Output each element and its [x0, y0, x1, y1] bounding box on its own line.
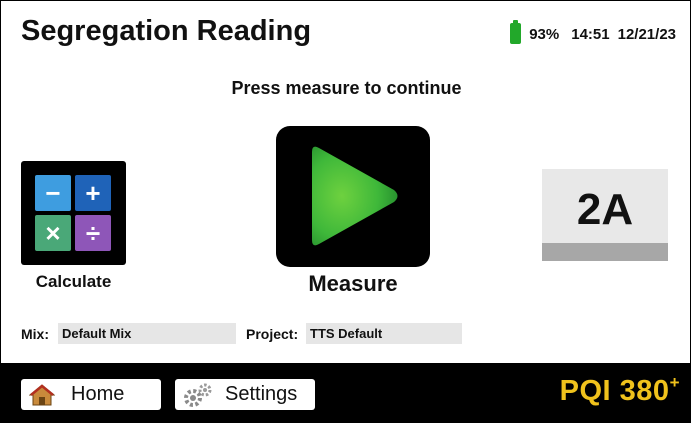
lane-bar: [542, 243, 668, 261]
screen: Segregation Reading 93% 14:51 12/21/23 P…: [0, 0, 691, 423]
lane-indicator[interactable]: 2A: [542, 169, 668, 261]
gears-icon: [184, 383, 212, 407]
instruction-prompt: Press measure to continue: [231, 78, 462, 98]
status-area: 93% 14:51 12/21/23: [510, 20, 676, 44]
project-label: Project:: [246, 326, 299, 342]
measure-button[interactable]: [276, 126, 430, 267]
mix-label: Mix:: [21, 326, 49, 342]
calculate-label: Calculate: [35, 272, 112, 291]
plus-icon: +: [75, 175, 111, 211]
calculator-icon: − + × ÷: [35, 175, 111, 251]
battery-percent: 93%: [529, 26, 560, 43]
battery-icon: [510, 20, 522, 44]
divide-icon: ÷: [75, 215, 111, 251]
bottom-bar: Home Settings PQI 380+: [1, 363, 690, 422]
page-title: Segregation Reading: [21, 15, 312, 47]
measure-label: Measure: [308, 271, 398, 296]
home-button[interactable]: Home: [21, 379, 161, 410]
multiply-icon: ×: [35, 215, 71, 251]
brand-name: PQI 380: [559, 375, 670, 407]
play-icon: [312, 146, 398, 246]
calculate-button[interactable]: − + × ÷: [21, 161, 126, 265]
home-icon: [29, 383, 55, 405]
home-label: Home: [71, 383, 125, 405]
mix-field[interactable]: Default Mix: [58, 323, 236, 344]
clock-time: 14:51: [571, 26, 610, 43]
lane-label: 2A: [576, 185, 634, 234]
minus-icon: −: [35, 175, 71, 211]
project-field[interactable]: TTS Default: [306, 323, 462, 344]
brand-plus: +: [669, 373, 680, 392]
clock-date: 12/21/23: [617, 26, 676, 43]
settings-label: Settings: [225, 383, 298, 405]
brand-logo: PQI 380+: [559, 373, 680, 408]
settings-button[interactable]: Settings: [175, 379, 315, 410]
